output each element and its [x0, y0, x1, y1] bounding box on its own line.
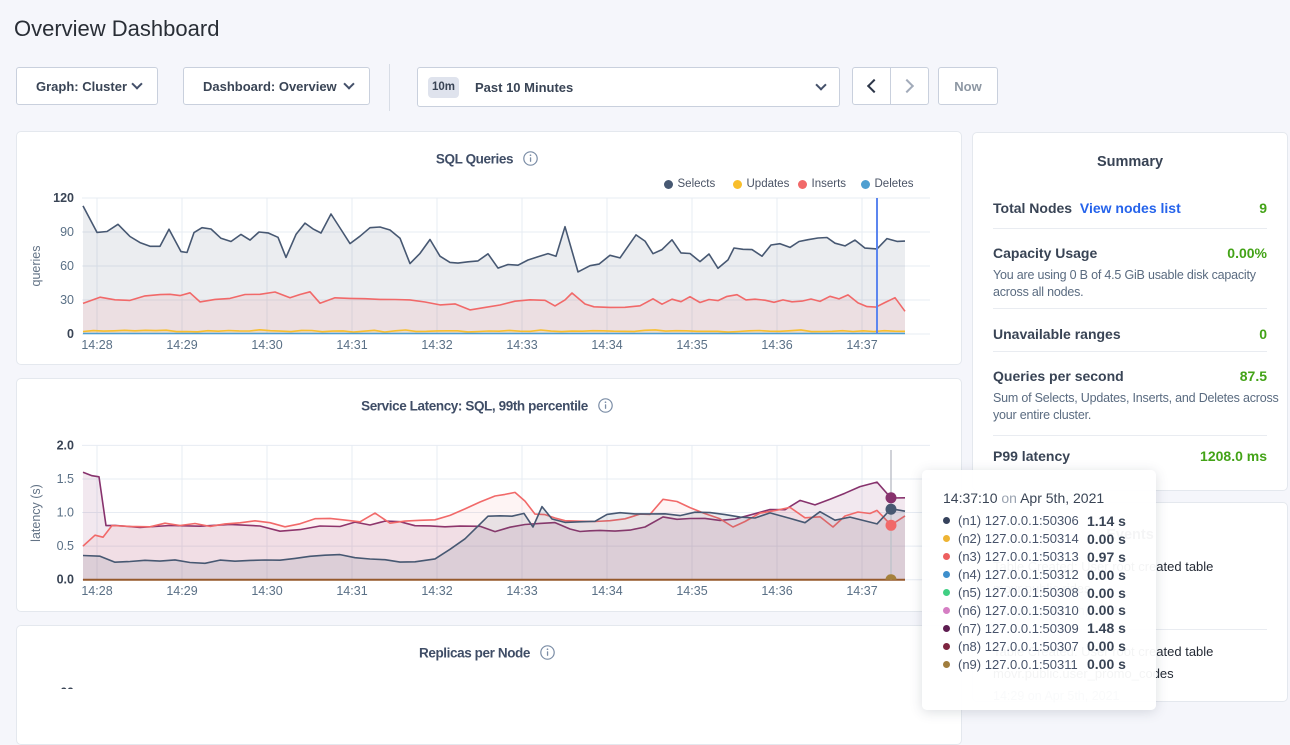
svg-text:14:37: 14:37	[846, 584, 877, 598]
svg-text:14:34: 14:34	[591, 584, 622, 598]
svg-text:14:32: 14:32	[421, 584, 452, 598]
svg-text:60: 60	[60, 259, 74, 273]
svg-text:latency (s): latency (s)	[29, 484, 43, 542]
svg-text:30: 30	[60, 293, 74, 307]
svg-text:14:35: 14:35	[676, 338, 707, 352]
svg-text:1.0: 1.0	[57, 506, 74, 520]
svg-text:14:37: 14:37	[846, 338, 877, 352]
svg-text:0.5: 0.5	[57, 539, 74, 553]
svg-text:14:31: 14:31	[336, 584, 367, 598]
svg-text:14:33: 14:33	[506, 338, 537, 352]
svg-text:2.0: 2.0	[57, 438, 74, 452]
svg-text:14:29: 14:29	[166, 338, 197, 352]
svg-text:120: 120	[53, 191, 74, 205]
svg-text:14:34: 14:34	[591, 338, 622, 352]
svg-text:14:30: 14:30	[251, 584, 282, 598]
svg-text:14:28: 14:28	[81, 584, 112, 598]
svg-text:14:36: 14:36	[761, 584, 792, 598]
svg-text:90: 90	[60, 225, 74, 239]
svg-text:0: 0	[67, 327, 74, 341]
svg-text:0.0: 0.0	[57, 573, 74, 587]
svg-text:14:31: 14:31	[336, 338, 367, 352]
svg-text:14:28: 14:28	[81, 338, 112, 352]
svg-text:14:35: 14:35	[676, 584, 707, 598]
svg-text:queries: queries	[29, 246, 43, 287]
svg-text:14:36: 14:36	[761, 338, 792, 352]
svg-text:1.5: 1.5	[57, 472, 74, 486]
svg-text:14:33: 14:33	[506, 584, 537, 598]
svg-text:14:30: 14:30	[251, 338, 282, 352]
svg-text:60: 60	[60, 686, 74, 690]
svg-text:14:29: 14:29	[166, 584, 197, 598]
svg-text:14:32: 14:32	[421, 338, 452, 352]
